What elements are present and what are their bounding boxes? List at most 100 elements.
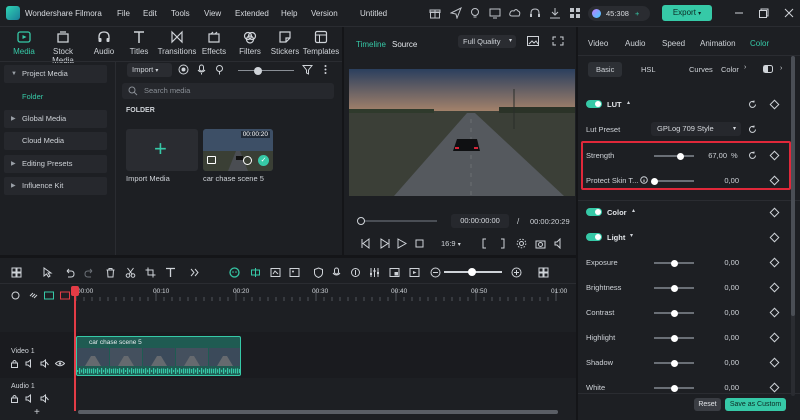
sidebar-item-project-media[interactable]: ▼ Project Media	[4, 65, 107, 83]
grid-apps-icon[interactable]	[569, 7, 581, 19]
audio-mixer-icon[interactable]	[369, 267, 380, 278]
caret-up-icon[interactable]: ▴	[627, 99, 630, 106]
previous-frame-icon[interactable]	[360, 238, 371, 249]
track-mute-icon[interactable]	[40, 359, 49, 368]
light-row-slider-knob[interactable]	[670, 284, 678, 292]
speed-icon[interactable]	[270, 267, 281, 278]
zoom-out-icon[interactable]	[430, 267, 441, 278]
magnetic-track-icon[interactable]	[44, 291, 54, 300]
filter-icon[interactable]	[302, 64, 313, 75]
light-row-value[interactable]: 0,00	[709, 333, 739, 342]
mark-in-icon[interactable]	[479, 238, 490, 249]
cloud-icon[interactable]	[509, 7, 521, 19]
light-row-slider-knob[interactable]	[670, 259, 678, 267]
tab-source[interactable]: Source	[392, 40, 417, 49]
ai-assistant-icon[interactable]	[229, 267, 240, 278]
subtab-hsl[interactable]: HSL	[641, 65, 656, 74]
audio-track-volume-icon[interactable]	[25, 394, 34, 403]
tab-stock-media[interactable]: Stock Media	[43, 30, 83, 65]
light-row-slider[interactable]	[654, 284, 694, 292]
fullscreen-icon[interactable]	[552, 36, 564, 46]
light-row-slider-knob[interactable]	[670, 359, 678, 367]
tab-video[interactable]: Video	[588, 39, 608, 48]
menu-tools[interactable]: Tools	[171, 9, 190, 18]
sidebar-item-cloud-media[interactable]: Cloud Media	[4, 132, 107, 150]
crop-icon[interactable]	[145, 267, 156, 278]
light-row-slider[interactable]	[654, 309, 694, 317]
protect-skin-slider-knob[interactable]	[650, 177, 658, 185]
tab-titles[interactable]: Titles	[119, 30, 159, 56]
light-row-value[interactable]: 0,00	[709, 308, 739, 317]
delete-icon[interactable]	[105, 267, 116, 278]
thumbnail-size-slider[interactable]	[238, 66, 294, 75]
tab-animation[interactable]: Animation	[700, 39, 736, 48]
gift-icon[interactable]	[429, 7, 441, 19]
tab-color[interactable]: Color	[750, 39, 769, 48]
track-settings-icon[interactable]	[11, 291, 20, 300]
voiceover-icon[interactable]	[350, 267, 361, 278]
color-toggle[interactable]	[586, 208, 602, 216]
track-lock-icon[interactable]	[10, 359, 19, 368]
tab-audio-inspector[interactable]: Audio	[625, 39, 645, 48]
lut-toggle[interactable]	[586, 100, 602, 108]
protect-shield-icon[interactable]	[313, 267, 324, 278]
menu-version[interactable]: Version	[311, 9, 338, 18]
inspector-scrollbar[interactable]	[791, 56, 795, 396]
current-time-display[interactable]: 00:00:00:00	[451, 214, 509, 228]
import-dropdown[interactable]: Import ▾	[127, 63, 172, 77]
play-frame-icon[interactable]	[379, 238, 390, 249]
light-row-slider[interactable]	[654, 334, 694, 342]
caret-down-icon[interactable]: ▾	[630, 232, 633, 239]
credits-badge[interactable]: 45:308 +	[588, 6, 650, 21]
lut-preset-dropdown[interactable]: GPLog 709 Style ▾	[651, 122, 741, 136]
tab-stickers[interactable]: Stickers	[265, 30, 305, 56]
audio-track-lock-icon[interactable]	[10, 394, 19, 403]
info-icon[interactable]	[640, 176, 648, 184]
chevron-right-icon[interactable]: ›	[744, 64, 746, 71]
tab-media[interactable]: Media	[4, 30, 44, 56]
undo-icon[interactable]	[64, 267, 75, 278]
aspect-ratio-dropdown[interactable]: 16:9 ▾	[441, 239, 461, 248]
light-row-slider-knob[interactable]	[670, 334, 678, 342]
tab-effects[interactable]: Effects	[194, 30, 234, 56]
import-media-tile[interactable]: +	[126, 129, 198, 171]
camera-snapshot-icon[interactable]	[535, 238, 546, 249]
slider-knob[interactable]	[254, 66, 262, 75]
tab-templates[interactable]: Templates	[301, 30, 341, 56]
strength-slider[interactable]	[654, 152, 694, 160]
mic-record-icon[interactable]	[331, 267, 342, 278]
tab-audio[interactable]: Audio	[84, 30, 124, 56]
send-icon[interactable]	[450, 7, 462, 19]
snapshot-image-icon[interactable]	[527, 36, 539, 46]
lightbulb-icon[interactable]	[469, 7, 481, 19]
zoom-in-icon[interactable]	[511, 267, 522, 278]
close-icon[interactable]	[783, 7, 795, 19]
download-icon[interactable]	[549, 7, 561, 19]
snap-icon[interactable]	[250, 267, 261, 278]
sidebar-item-folder[interactable]: Folder	[4, 88, 107, 106]
menu-edit[interactable]: Edit	[143, 9, 157, 18]
zoom-knob[interactable]	[468, 268, 476, 276]
minimize-icon[interactable]	[733, 7, 745, 19]
caret-up-icon[interactable]: ▴	[632, 207, 635, 214]
maximize-icon[interactable]	[758, 7, 770, 19]
progress-knob[interactable]	[357, 217, 365, 225]
light-row-value[interactable]: 0,00	[709, 283, 739, 292]
reset-button[interactable]: Reset	[694, 398, 721, 411]
track-visibility-eye-icon[interactable]	[55, 359, 65, 368]
link-icon[interactable]	[29, 291, 38, 300]
video-preview[interactable]	[349, 69, 575, 196]
subtab-basic[interactable]: Basic	[588, 62, 623, 77]
light-row-value[interactable]: 0,00	[709, 258, 739, 267]
subtab-color-wheels[interactable]: Color	[721, 65, 739, 74]
play-icon[interactable]	[396, 238, 407, 249]
playhead-line[interactable]	[74, 286, 76, 411]
timeline-video-clip[interactable]: car chase scene 5	[76, 336, 241, 376]
menu-extended[interactable]: Extended	[235, 9, 269, 18]
lut-reset-icon[interactable]	[748, 100, 757, 109]
mark-out-icon[interactable]	[497, 238, 508, 249]
more-tools-icon[interactable]	[189, 267, 200, 278]
add-track-icon[interactable]: +	[34, 407, 40, 418]
pip-icon[interactable]	[389, 267, 400, 278]
menu-file[interactable]: File	[117, 9, 130, 18]
